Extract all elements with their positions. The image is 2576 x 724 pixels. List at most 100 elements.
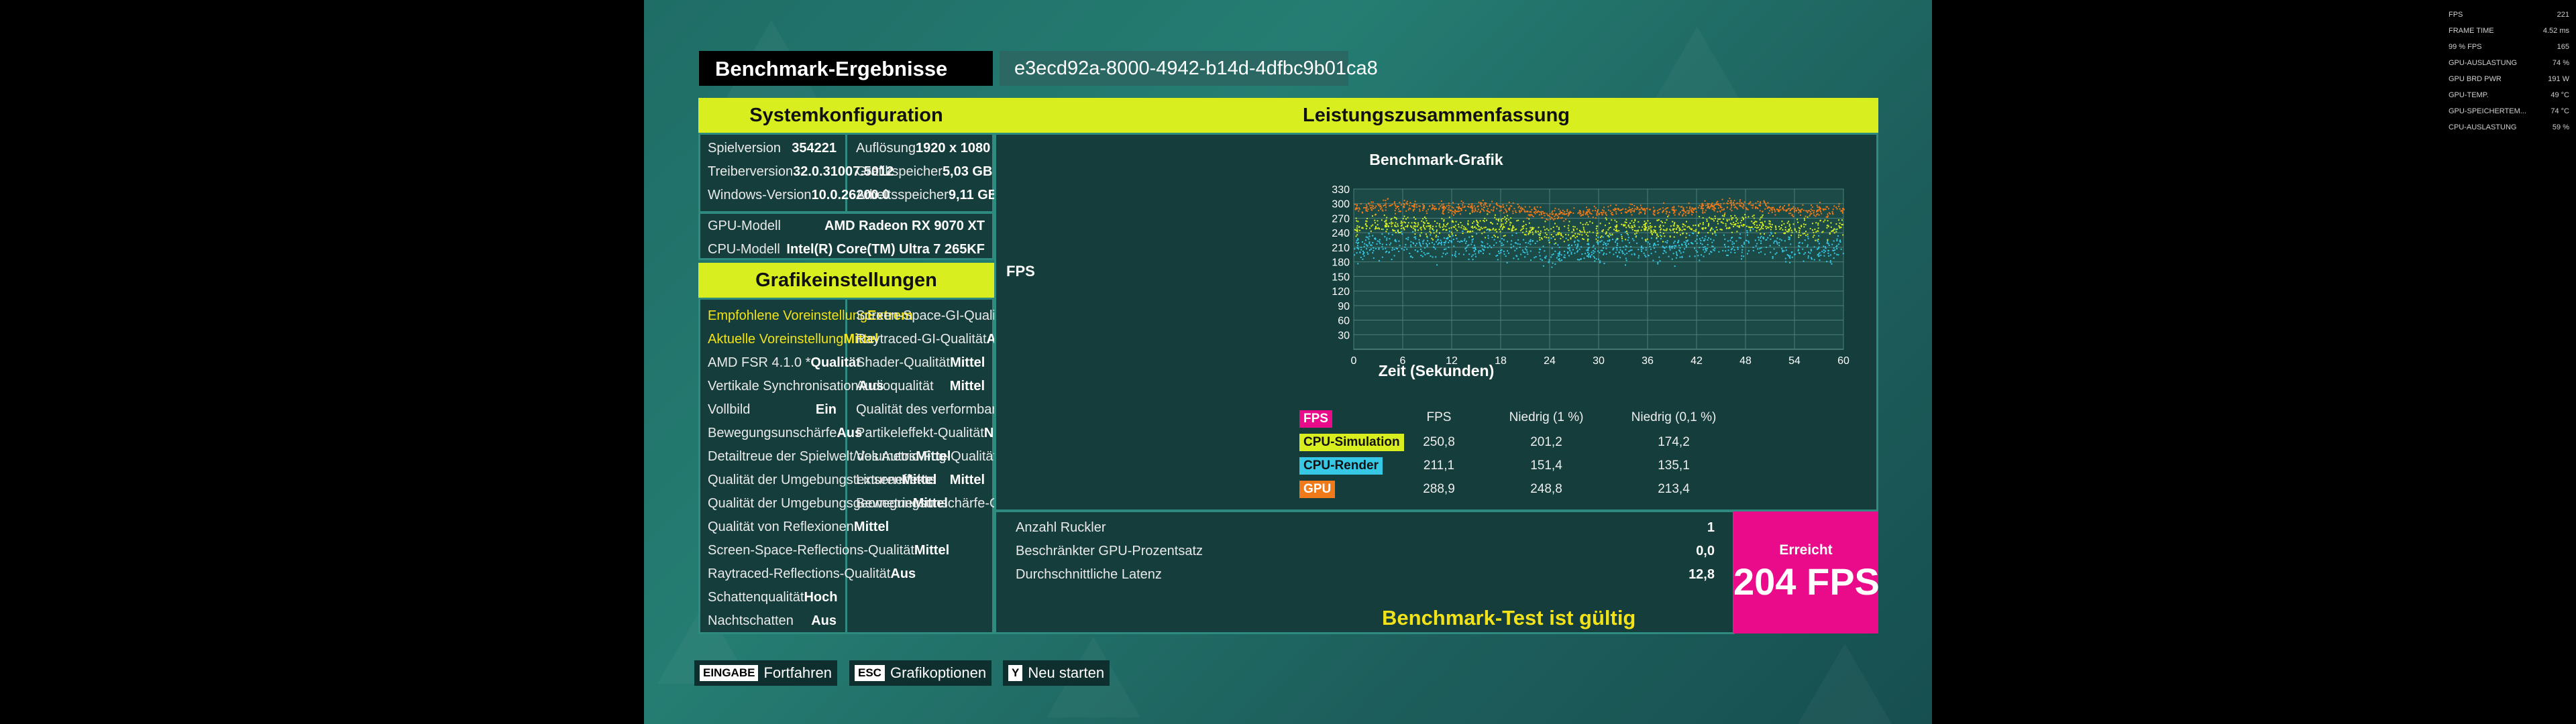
data-point — [1663, 249, 1665, 251]
data-point — [1800, 235, 1802, 237]
data-point — [1733, 204, 1735, 206]
data-point — [1482, 199, 1484, 201]
data-point — [1472, 227, 1474, 229]
data-point — [1489, 228, 1491, 230]
data-point — [1790, 243, 1792, 245]
data-point — [1467, 205, 1469, 207]
data-point — [1405, 222, 1407, 224]
data-point — [1637, 207, 1639, 209]
data-point — [1615, 221, 1617, 223]
data-point — [1425, 217, 1427, 219]
data-point — [1809, 215, 1811, 217]
data-point — [1649, 208, 1651, 210]
continue-button[interactable]: EINGABE Fortfahren — [694, 660, 837, 686]
data-point — [1474, 226, 1476, 228]
data-point — [1807, 245, 1809, 247]
data-point — [1483, 249, 1485, 251]
data-point — [1657, 261, 1659, 263]
data-point — [1810, 210, 1812, 213]
data-point — [1631, 238, 1633, 240]
data-point — [1435, 207, 1437, 209]
data-point — [1382, 210, 1384, 212]
data-point — [1824, 208, 1826, 210]
data-point — [1631, 249, 1633, 251]
data-point — [1563, 241, 1565, 243]
data-point — [1589, 221, 1591, 223]
data-point — [1691, 207, 1693, 209]
data-point — [1415, 223, 1417, 225]
data-point — [1374, 206, 1376, 208]
data-point — [1665, 207, 1667, 209]
data-point — [1425, 233, 1427, 235]
data-point — [1373, 208, 1375, 210]
data-point — [1603, 263, 1605, 265]
data-point — [1813, 246, 1815, 248]
data-point — [1708, 207, 1710, 209]
data-point — [1597, 210, 1599, 213]
data-point — [1422, 203, 1424, 205]
data-point — [1605, 247, 1607, 249]
data-point — [1419, 248, 1421, 250]
data-point — [1568, 213, 1570, 215]
data-point — [1727, 200, 1729, 202]
data-point — [1534, 208, 1536, 210]
data-point — [1831, 231, 1833, 233]
data-point — [1625, 227, 1627, 229]
restart-button[interactable]: Y Neu starten — [1003, 660, 1110, 686]
data-point — [1647, 220, 1649, 222]
data-point — [1558, 257, 1560, 259]
y-tick-label: 330 — [1332, 184, 1350, 196]
data-point — [1782, 229, 1784, 231]
data-point — [1608, 236, 1610, 238]
data-point — [1672, 253, 1674, 255]
data-point — [1458, 210, 1460, 212]
data-point — [1448, 211, 1450, 213]
data-point — [1688, 207, 1690, 209]
data-point — [1502, 223, 1504, 225]
data-point — [1445, 253, 1447, 255]
data-point — [1826, 261, 1828, 263]
data-point — [1678, 245, 1680, 247]
data-point — [1432, 204, 1434, 206]
data-point — [1641, 250, 1643, 252]
data-point — [1539, 239, 1541, 241]
data-point — [1731, 217, 1733, 219]
data-point — [1792, 206, 1794, 208]
data-point — [1462, 204, 1464, 206]
data-point — [1451, 206, 1453, 208]
data-point — [1588, 243, 1590, 245]
data-point — [1485, 204, 1487, 206]
data-point — [1581, 231, 1583, 233]
data-point — [1472, 238, 1474, 240]
data-point — [1529, 206, 1531, 208]
data-point — [1651, 226, 1653, 228]
data-point — [1746, 225, 1748, 227]
data-point — [1631, 253, 1633, 255]
data-point — [1454, 253, 1456, 255]
data-point — [1774, 232, 1776, 234]
data-point — [1511, 240, 1513, 242]
data-point — [1565, 233, 1567, 235]
data-point — [1717, 202, 1719, 204]
data-point — [1758, 227, 1760, 229]
data-point — [1443, 223, 1445, 225]
data-point — [1414, 249, 1416, 251]
data-point — [1717, 223, 1719, 225]
data-point — [1364, 243, 1366, 245]
data-point — [1790, 251, 1792, 253]
data-point — [1670, 225, 1672, 227]
data-point — [1354, 208, 1356, 210]
data-point — [1450, 209, 1452, 211]
data-point — [1634, 219, 1636, 221]
data-point — [1365, 210, 1367, 212]
benchmark-screen: Benchmark-Ergebnisse e3ecd92a-8000-4942-… — [644, 0, 1932, 724]
data-point — [1505, 255, 1507, 257]
data-point — [1500, 219, 1502, 221]
data-point — [1653, 229, 1655, 231]
data-point — [1424, 206, 1426, 208]
data-point — [1836, 238, 1838, 240]
data-point — [1714, 247, 1716, 249]
data-point — [1674, 247, 1676, 249]
graphics-options-button[interactable]: ESC Grafikoptionen — [849, 660, 992, 686]
data-point — [1473, 210, 1475, 213]
